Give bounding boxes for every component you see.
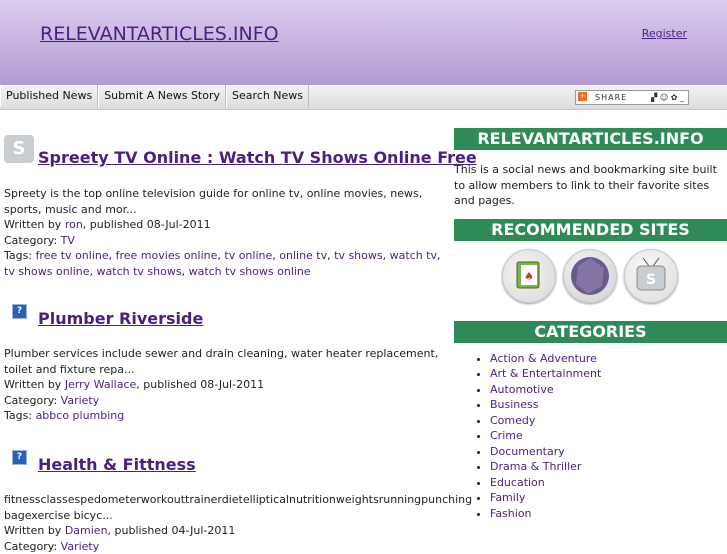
category-link[interactable]: Variety: [61, 540, 100, 553]
tag-link[interactable]: watch tv shows online: [189, 265, 311, 278]
social-icons: ▞ ☺ ✿ _: [651, 91, 684, 104]
tags-label: Tags:: [4, 249, 36, 262]
list-item: Education: [490, 475, 727, 491]
question-mark-icon: ?: [12, 304, 27, 319]
site-title-link[interactable]: RELEVANTARTICLES.INFO: [40, 23, 279, 45]
article-summary: Spreety is the top online television gui…: [4, 186, 444, 217]
published-date: , published 08-Jul-2011: [83, 218, 211, 231]
categories-list: Action & Adventure Art & Entertainment A…: [454, 351, 727, 522]
site-description: This is a social news and bookmarking si…: [454, 162, 727, 209]
category-item-link[interactable]: Automotive: [490, 383, 554, 396]
recommended-site-sphere-icon[interactable]: [563, 249, 617, 303]
share-label: SHARE: [595, 91, 627, 104]
published-date: , published 08-Jul-2011: [136, 378, 264, 391]
category-item-link[interactable]: Family: [490, 491, 525, 504]
svg-text:♠: ♠: [524, 270, 534, 283]
category-item-link[interactable]: Crime: [490, 429, 523, 442]
article-summary: fitnessclassespedometerworkouttrainerdie…: [4, 492, 444, 523]
recommended-sites-heading: RECOMMENDED SITES: [454, 219, 727, 241]
list-item: Drama & Thriller: [490, 459, 727, 475]
tag-link[interactable]: watch tv: [390, 249, 437, 262]
list-item: Automotive: [490, 382, 727, 398]
article-category-line: Category: Variety: [4, 539, 444, 554]
category-item-link[interactable]: Business: [490, 398, 539, 411]
categories-heading: CATEGORIES: [454, 321, 727, 343]
tag-link[interactable]: free tv online: [36, 249, 109, 262]
article-tags-line: Tags: free tv online, free movies online…: [4, 248, 444, 279]
article-author-line: Written by Damien, published 04-Jul-2011: [4, 523, 444, 539]
article-tags-line: Tags: abbco plumbing: [4, 408, 444, 424]
tag-link[interactable]: watch tv shows: [97, 265, 182, 278]
recommended-site-cards-icon[interactable]: ♠: [502, 249, 556, 303]
nav-published-news[interactable]: Published News: [0, 85, 98, 107]
category-item-link[interactable]: Action & Adventure: [490, 352, 597, 365]
article-body: Plumber services include sewer and drain…: [4, 346, 444, 424]
share-plus-icon: +: [578, 92, 587, 101]
category-item-link[interactable]: Drama & Thriller: [490, 460, 581, 473]
category-item-link[interactable]: Fashion: [490, 507, 532, 520]
article-category-line: Category: TV: [4, 233, 444, 249]
article-title-link[interactable]: Health & Fittness: [38, 455, 196, 474]
category-item-link[interactable]: Comedy: [490, 414, 535, 427]
sidebar-site-heading: RELEVANTARTICLES.INFO: [454, 128, 727, 150]
nav-submit-news-story[interactable]: Submit A News Story: [98, 85, 226, 107]
article-category-line: Category: Variety: [4, 393, 444, 409]
category-link[interactable]: Variety: [61, 394, 100, 407]
nav-bar: Published News Submit A News Story Searc…: [0, 85, 727, 110]
article-summary: Plumber services include sewer and drain…: [4, 346, 444, 377]
category-item-link[interactable]: Documentary: [490, 445, 565, 458]
sidebar: RELEVANTARTICLES.INFO This is a social n…: [454, 128, 727, 521]
category-label: Category:: [4, 234, 61, 247]
article-author-line: Written by ron, published 08-Jul-2011: [4, 217, 444, 233]
article-body: Spreety is the top online television gui…: [4, 186, 444, 279]
list-item: Fashion: [490, 506, 727, 522]
category-label: Category:: [4, 394, 61, 407]
article-title-link[interactable]: Spreety TV Online : Watch TV Shows Onlin…: [38, 148, 477, 167]
published-date: , published 04-Jul-2011: [108, 524, 236, 537]
author-link[interactable]: Damien: [65, 524, 108, 537]
recommended-site-tv-icon[interactable]: S: [624, 249, 678, 303]
tag-link[interactable]: tv shows online: [4, 265, 90, 278]
nav-search-news[interactable]: Search News: [226, 85, 309, 107]
question-mark-icon: ?: [12, 450, 27, 465]
tags-label: Tags:: [4, 409, 36, 422]
list-item: Art & Entertainment: [490, 366, 727, 382]
tag-link[interactable]: tv shows: [334, 249, 382, 262]
register-link[interactable]: Register: [642, 27, 687, 40]
category-link[interactable]: TV: [61, 234, 75, 247]
article-title-link[interactable]: Plumber Riverside: [38, 309, 203, 328]
list-item: Documentary: [490, 444, 727, 460]
tag-link[interactable]: free movies online: [116, 249, 218, 262]
share-button[interactable]: + SHARE ▞ ☺ ✿ _: [575, 90, 689, 105]
spreety-logo-icon: S: [4, 135, 34, 163]
tag-link[interactable]: tv online: [224, 249, 272, 262]
svg-text:S: S: [646, 272, 656, 288]
list-item: Comedy: [490, 413, 727, 429]
recommended-sites: ♠ S: [454, 241, 727, 317]
list-item: Action & Adventure: [490, 351, 727, 367]
category-label: Category:: [4, 540, 61, 553]
category-item-link[interactable]: Education: [490, 476, 545, 489]
tag-link[interactable]: online tv: [279, 249, 327, 262]
list-item: Business: [490, 397, 727, 413]
author-link[interactable]: ron: [65, 218, 83, 231]
tag-link[interactable]: abbco plumbing: [36, 409, 125, 422]
written-by-label: Written by: [4, 218, 65, 231]
written-by-label: Written by: [4, 378, 65, 391]
list-item: Family: [490, 490, 727, 506]
site-header: RELEVANTARTICLES.INFO Register: [0, 0, 727, 85]
category-item-link[interactable]: Art & Entertainment: [490, 367, 601, 380]
article-author-line: Written by Jerry Wallace, published 08-J…: [4, 377, 444, 393]
author-link[interactable]: Jerry Wallace: [65, 378, 136, 391]
written-by-label: Written by: [4, 524, 65, 537]
list-item: Crime: [490, 428, 727, 444]
